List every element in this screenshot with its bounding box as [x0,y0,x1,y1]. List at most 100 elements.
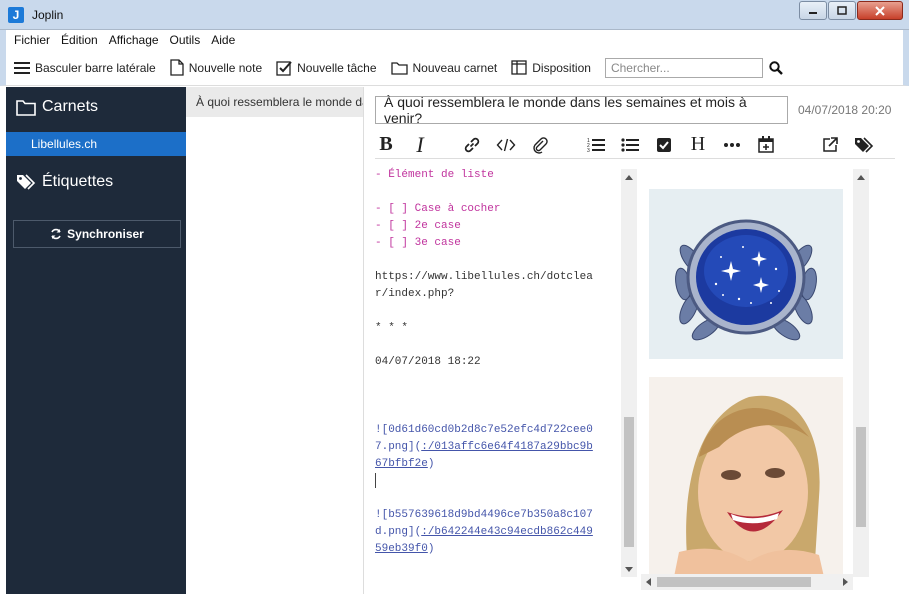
scroll-right-arrow-icon[interactable] [837,574,853,590]
md-image1-line-3: 67bfbf2e) [375,456,621,473]
folder-icon [16,99,36,116]
list-item[interactable]: À quoi ressemblera le monde dans les sem… [186,87,363,117]
md-image1-resource: :/013affc6e64f4187a29bbc9b [421,441,593,453]
window-title: Joplin [32,7,64,22]
tags-icon[interactable] [853,134,875,156]
md-image2-resource: :/b642244e43c94ecdb862c449 [421,526,593,538]
new-note-label: Nouvelle note [188,60,263,75]
code-icon[interactable] [495,134,517,156]
numbered-list-icon[interactable]: 123 [585,134,607,156]
md-blank [375,303,621,320]
md-image2-line-3: 59eb39f0) [375,541,621,558]
layout-label: Disposition [532,60,591,75]
external-link-icon[interactable] [819,134,841,156]
new-todo-button[interactable]: Nouvelle tâche [276,60,377,76]
menu-view[interactable]: Affichage [109,33,159,47]
md-image1-name: 7.png]( [375,441,422,453]
notebooks-heading[interactable]: Carnets [6,87,186,127]
note-editor: À quoi ressemblera le monde dans les sem… [365,87,903,594]
viewer-hscroll-thumb[interactable] [657,577,811,587]
scroll-up-arrow-icon[interactable] [621,169,637,185]
viewer-horizontal-scrollbar[interactable] [641,574,853,590]
heading-icon[interactable]: H [687,133,709,156]
md-image1-line-1: ![0d61d60cd0b2d8c7e52efc4d722cee0 [375,424,593,436]
note-viewer [641,169,853,577]
horizontal-rule-icon[interactable] [721,134,743,156]
md-checkbox-1: - [ ] Case à cocher [375,203,501,215]
bullet-list-icon[interactable] [619,134,641,156]
file-icon [170,59,184,76]
md-image2-close: ) [427,543,435,555]
md-image2-name: d.png]( [375,526,422,538]
viewer-scroll-thumb[interactable] [856,427,866,527]
svg-text:3: 3 [587,148,590,153]
md-timestamp: 04/07/2018 18:22 [375,356,481,368]
sidebar: Carnets Libellules.ch Étiquettes Synchro… [6,87,186,594]
md-image1-line-2: 7.png](:/013affc6e64f4187a29bbc9b [375,439,621,456]
sync-label: Synchroniser [67,227,144,241]
folder-icon [390,61,408,75]
note-title-input[interactable]: À quoi ressemblera le monde dans les sem… [375,94,788,126]
editor-scroll-thumb[interactable] [624,417,634,547]
hamburger-icon [14,61,30,75]
close-button[interactable] [857,1,903,20]
editor-toolbar: B I 123 H [375,131,895,159]
calendar-plus-icon[interactable] [755,134,777,156]
tags-heading-label: Étiquettes [42,173,114,190]
toggle-sidebar-label: Basculer barre latérale [35,60,156,75]
link-icon[interactable] [461,134,483,156]
layout-button[interactable]: Disposition [511,60,591,75]
viewer-scrollbar[interactable] [853,169,869,577]
minimize-button[interactable] [799,1,827,20]
menu-tools[interactable]: Outils [170,33,201,47]
md-blank [375,490,621,507]
markdown-editor[interactable]: - Élément de liste - [ ] Case à cocher -… [375,167,621,575]
minimize-icon [809,11,817,14]
scroll-left-arrow-icon[interactable] [641,574,657,590]
note-title-row: À quoi ressemblera le monde dans les sem… [375,94,895,126]
checkbox-list-icon[interactable] [653,134,675,156]
sync-button[interactable]: Synchroniser [13,220,181,248]
note-date: 04/07/2018 20:20 [798,103,892,117]
title-bar: J Joplin [0,0,909,30]
menu-edit[interactable]: Édition [61,33,98,47]
bold-icon[interactable]: B [375,133,397,156]
search-icon[interactable] [769,60,783,75]
close-icon [875,5,885,16]
md-checkbox-2: - [ ] 2e case [375,220,461,232]
scroll-up-arrow-icon[interactable] [853,169,869,185]
new-notebook-button[interactable]: Nouveau carnet [390,61,497,75]
sidebar-notebook-libellules[interactable]: Libellules.ch [6,132,186,156]
md-image2-line-1: ![b557639618d9bd4496ce7b350a8c107 [375,509,593,521]
joplin-app-icon: J [8,6,24,23]
tags-icon [16,173,36,191]
new-note-button[interactable]: Nouvelle note [170,59,262,76]
paperclip-icon[interactable] [529,134,551,156]
window-controls [798,1,903,20]
md-url-line-2: r/index.php? [375,288,455,300]
md-cursor-line [375,473,621,490]
columns-icon [511,60,527,75]
md-image1-resource-end: 67bfbf2e [375,458,428,470]
note-list-item-title: À quoi ressemblera le monde dans les sem… [196,95,363,109]
md-horizontal-rule: * * * [375,322,409,334]
tags-heading[interactable]: Étiquettes [6,162,186,202]
note-list: À quoi ressemblera le monde dans les sem… [186,87,364,594]
maximize-icon [837,5,847,15]
federation-emblem-image [649,189,843,359]
md-blank [375,405,621,422]
checkbox-checked-icon [276,60,292,76]
toggle-sidebar-button[interactable]: Basculer barre latérale [14,61,156,75]
md-image2-resource-end: 59eb39f0 [375,543,428,555]
editor-scrollbar[interactable] [621,169,637,577]
text-cursor [375,473,376,488]
notebook-label: Libellules.ch [31,137,98,151]
scroll-down-arrow-icon[interactable] [621,561,637,577]
menu-bar: Fichier Édition Affichage Outils Aide [0,30,909,50]
menu-file[interactable]: Fichier [14,33,50,47]
italic-icon[interactable]: I [409,132,431,157]
search-input[interactable] [604,57,763,78]
md-list-item: - Élément de liste [375,169,494,181]
maximize-button[interactable] [828,1,856,20]
menu-help[interactable]: Aide [211,33,235,47]
